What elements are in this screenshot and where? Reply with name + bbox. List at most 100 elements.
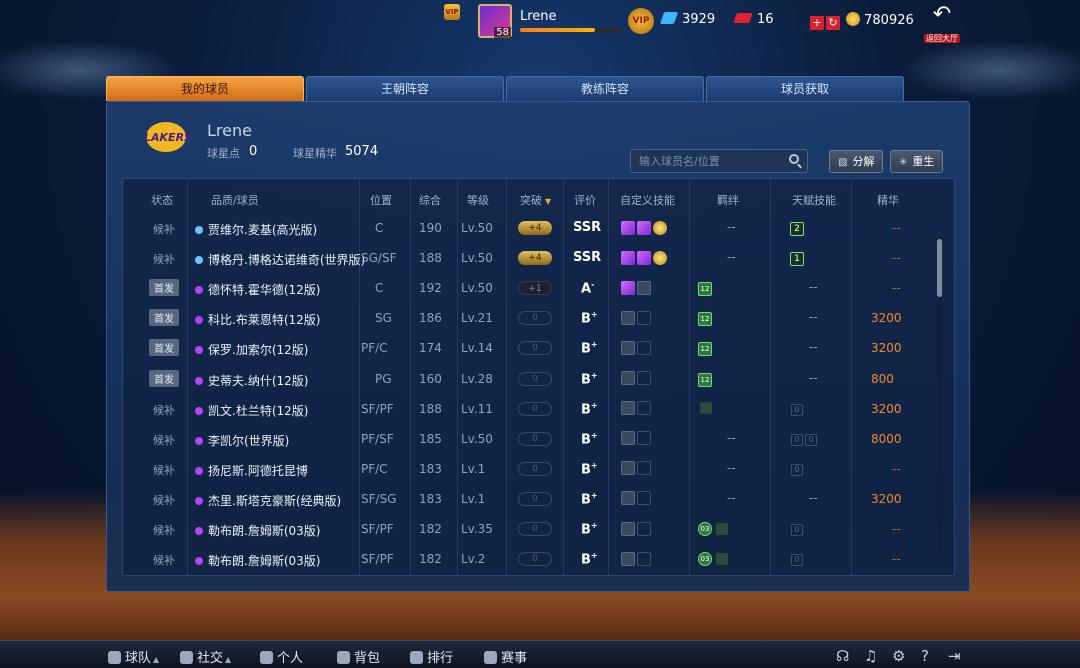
custom-skills[interactable]	[621, 220, 669, 235]
rebirth-button[interactable]: ✳ 重生	[890, 150, 944, 173]
skill-icon[interactable]	[621, 250, 635, 265]
player-name-cell[interactable]: 史蒂夫.纳什(12版)	[195, 372, 308, 389]
lock-icon[interactable]	[621, 431, 635, 446]
empty-skill-slot[interactable]	[637, 551, 651, 566]
nav-backpack[interactable]: 背包	[337, 647, 380, 666]
player-name-cell[interactable]: 保罗.加索尔(12版)	[195, 341, 308, 358]
table-row[interactable]: 首发 史蒂夫.纳什(12版) PG 160 Lv.28 0 B+ 12 -- 800	[123, 364, 938, 394]
skill-icon[interactable]	[653, 220, 667, 235]
custom-skills[interactable]	[621, 371, 653, 385]
table-row[interactable]: 候补 博格丹.博格达诺维奇(世界版) SG/SF 188 Lv.50 +4 SSR -- 1 --	[123, 243, 938, 273]
talent-empty-slot[interactable]: 0	[805, 433, 817, 446]
player-name-cell[interactable]: 李凯尔(世界版)	[195, 432, 289, 449]
table-row[interactable]: 候补 凯文.杜兰特(12版) SF/PF 188 Lv.11 0 B+ 0 3200	[123, 394, 938, 424]
player-name-cell[interactable]: 杰里.斯塔克豪斯(经典版)	[195, 492, 341, 509]
table-row[interactable]: 首发 科比.布莱恩特(12版) SG 186 Lv.21 0 B+ 12 -- 3200	[123, 303, 938, 333]
bond-badge-icon[interactable]: 12	[698, 312, 712, 327]
skill-icon[interactable]	[621, 280, 635, 295]
skill-icon[interactable]	[637, 220, 651, 235]
nav-team[interactable]: 球队 ▲	[108, 647, 159, 666]
lock-icon[interactable]	[621, 461, 635, 476]
settings-icon[interactable]: ⚙	[892, 647, 905, 665]
lock-icon[interactable]	[621, 521, 635, 536]
custom-skills[interactable]	[621, 551, 653, 566]
table-row[interactable]: 候补 贾维尔.麦基(高光版) C 190 Lv.50 +4 SSR -- 2 --	[123, 213, 938, 243]
vip-small-icon[interactable]: VIP	[444, 4, 460, 20]
decompose-button[interactable]: ▧ 分解	[829, 150, 884, 173]
exit-icon[interactable]: ⇥	[948, 647, 961, 665]
tab-dynasty-lineup[interactable]: 王朝阵容	[306, 76, 504, 101]
add-icon[interactable]: +	[810, 16, 824, 30]
table-scrollbar[interactable]	[937, 239, 942, 557]
custom-skills[interactable]	[621, 280, 653, 295]
player-name-cell[interactable]: 德怀特.霍华德(12版)	[195, 281, 320, 298]
talent-empty-slot[interactable]: 0	[791, 554, 803, 567]
help-icon[interactable]: ?	[921, 647, 929, 665]
lock-icon[interactable]	[621, 340, 635, 355]
bond-badge-icon[interactable]: 12	[698, 372, 712, 387]
bond-badge-icon[interactable]: 12	[698, 342, 712, 357]
table-row[interactable]: 候补 勒布朗.詹姆斯(03版) SF/PF 182 Lv.2 0 B+ 03 0 --	[123, 544, 938, 574]
custom-skills[interactable]	[621, 431, 653, 446]
tab-player-acquire[interactable]: 球员获取	[706, 76, 904, 101]
lock-icon[interactable]	[621, 551, 635, 566]
custom-skills[interactable]	[621, 521, 653, 536]
talent-empty-slot[interactable]: 0	[791, 524, 803, 536]
coin-counter[interactable]: + ↻ 780926	[810, 12, 914, 30]
bond-badge-icon[interactable]: 12	[698, 282, 712, 297]
skill-icon[interactable]	[653, 250, 667, 265]
table-row[interactable]: 候补 杰里.斯塔克豪斯(经典版) SF/SG 183 Lv.1 0 B+ -- -- 3200	[123, 484, 938, 514]
table-row[interactable]: 候补 勒布朗.詹姆斯(03版) SF/PF 182 Lv.35 0 B+ 03 0 --	[123, 514, 938, 544]
ticket-counter[interactable]: 16	[733, 12, 774, 27]
empty-skill-slot[interactable]	[637, 491, 651, 506]
table-row[interactable]: 首发 德怀特.霍华德(12版) C 192 Lv.50 +1 A- 12 -- --	[123, 273, 938, 303]
talent-empty-slot[interactable]: 0	[791, 403, 803, 416]
search-icon[interactable]	[789, 154, 799, 164]
custom-skills[interactable]	[621, 310, 653, 325]
music-icon[interactable]: ♫	[864, 647, 877, 665]
player-avatar[interactable]: 58	[478, 4, 512, 38]
custom-skills[interactable]	[621, 461, 653, 476]
lock-icon[interactable]	[621, 310, 635, 325]
empty-skill-slot[interactable]	[637, 401, 651, 416]
skill-icon[interactable]	[621, 220, 635, 235]
exchange-icon[interactable]: ↻	[826, 16, 840, 30]
table-row[interactable]: 首发 保罗.加索尔(12版) PF/C 174 Lv.14 0 B+ 12 -- 3200	[123, 333, 938, 363]
lock-icon[interactable]	[621, 491, 635, 506]
custom-skills[interactable]	[621, 491, 653, 506]
table-row[interactable]: 候补 李凯尔(世界版) PF/SF 185 Lv.50 0 B+ -- 0 0 8000	[123, 424, 938, 454]
player-name-cell[interactable]: 勒布朗.詹姆斯(03版)	[195, 522, 320, 539]
talent-level-badge[interactable]: 1	[790, 252, 804, 267]
custom-skills[interactable]	[621, 250, 669, 265]
back-to-lobby-button[interactable]: ↶ 返回大厅	[920, 4, 964, 43]
talent-level-badge[interactable]: 2	[790, 222, 804, 236]
empty-skill-slot[interactable]	[637, 340, 651, 355]
lock-icon[interactable]	[637, 280, 651, 295]
player-name-cell[interactable]: 勒布朗.詹姆斯(03版)	[195, 552, 320, 569]
player-name-cell[interactable]: 凯文.杜兰特(12版)	[195, 402, 308, 419]
talent-empty-slot[interactable]: 0	[791, 433, 803, 446]
player-name-cell[interactable]: 博格丹.博格达诺维奇(世界版)	[195, 251, 365, 268]
player-name-cell[interactable]: 科比.布莱恩特(12版)	[195, 311, 320, 328]
skill-icon[interactable]	[637, 250, 651, 265]
lock-icon[interactable]	[621, 401, 635, 416]
vip-icon[interactable]: VIP	[628, 8, 654, 34]
empty-skill-slot[interactable]	[637, 521, 651, 536]
lock-icon[interactable]	[621, 371, 635, 385]
player-search[interactable]	[630, 149, 808, 173]
tab-my-players[interactable]: 我的球员	[106, 76, 304, 101]
bond-circle-icon[interactable]: 03	[698, 521, 712, 536]
tab-coach-lineup[interactable]: 教练阵容	[506, 76, 704, 101]
search-input[interactable]	[639, 152, 779, 170]
scrollbar-thumb[interactable]	[937, 239, 942, 297]
bond-circle-icon[interactable]: 03	[698, 551, 712, 566]
gem-counter[interactable]: 3929	[659, 12, 715, 27]
player-name-cell[interactable]: 贾维尔.麦基(高光版)	[195, 221, 317, 238]
player-name-cell[interactable]: 扬尼斯.阿德托昆博	[195, 462, 308, 479]
empty-skill-slot[interactable]	[637, 431, 651, 446]
nav-personal[interactable]: 个人	[260, 647, 303, 666]
nav-ranking[interactable]: 排行	[410, 647, 453, 666]
custom-skills[interactable]	[621, 401, 653, 416]
empty-skill-slot[interactable]	[637, 310, 651, 325]
col-breakthrough[interactable]: 突破 ▼	[520, 192, 551, 208]
